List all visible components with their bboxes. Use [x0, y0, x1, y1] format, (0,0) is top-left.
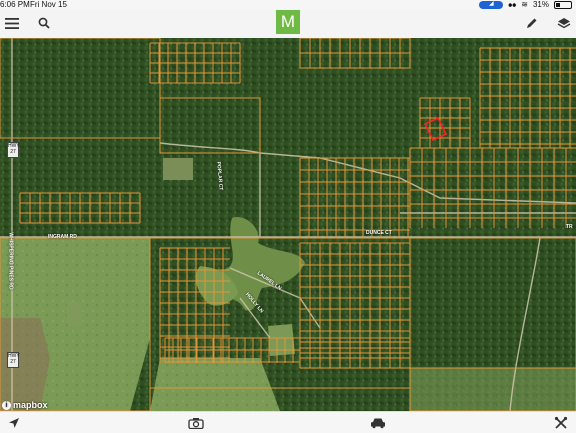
pencil-icon[interactable] — [522, 13, 542, 33]
hamburger-menu-icon[interactable] — [2, 13, 22, 33]
bottom-toolbar — [0, 411, 576, 433]
layers-icon[interactable] — [554, 13, 574, 33]
clearing — [163, 158, 193, 180]
mapbox-logo-text: mapbox — [13, 400, 48, 410]
location-status-icon: ◢ — [479, 0, 504, 9]
info-icon[interactable]: i — [2, 400, 11, 410]
location-arrow-icon[interactable] — [6, 416, 22, 430]
road-label-vertical: WHISPERING PINES RD — [7, 232, 14, 290]
field-area-south — [150, 358, 280, 411]
top-toolbar: M — [0, 9, 576, 39]
search-icon[interactable] — [34, 13, 54, 33]
highway-shield-top: HWY 27 — [7, 142, 20, 158]
map-canvas[interactable] — [0, 38, 576, 411]
camera-icon[interactable] — [188, 416, 204, 430]
wifi-icon: ≋ — [521, 0, 528, 9]
road-label-edge: TR — [566, 224, 573, 230]
status-bar: 6:06 PM Fri Nov 15 ◢ ⦁⦁ ≋ 31% — [0, 0, 576, 9]
south-pond — [268, 324, 295, 356]
status-indicators: ◢ ⦁⦁ ≋ 31% — [479, 0, 572, 9]
road-label-dunce: DUNCE CT — [366, 230, 392, 236]
app-logo[interactable]: M — [276, 10, 300, 34]
tools-icon[interactable] — [553, 416, 569, 430]
battery-icon — [554, 0, 572, 9]
car-icon[interactable] — [370, 416, 386, 430]
status-time: 6:06 PM — [0, 0, 30, 9]
field-area-east — [410, 368, 576, 411]
status-date: Fri Nov 15 — [30, 0, 67, 9]
satellite-map[interactable]: HWY 27 HWY 27 WHISPERING PINES RD INGRAM… — [0, 38, 576, 411]
mapbox-attribution[interactable]: i mapbox — [2, 400, 48, 410]
small-pond — [67, 302, 81, 326]
road-label-ingram: INGRAM RD — [48, 234, 77, 240]
battery-percent: 31% — [532, 0, 549, 9]
signal-icon: ⦁⦁ — [508, 0, 517, 9]
highway-shield-bottom: HWY 27 — [7, 352, 20, 368]
